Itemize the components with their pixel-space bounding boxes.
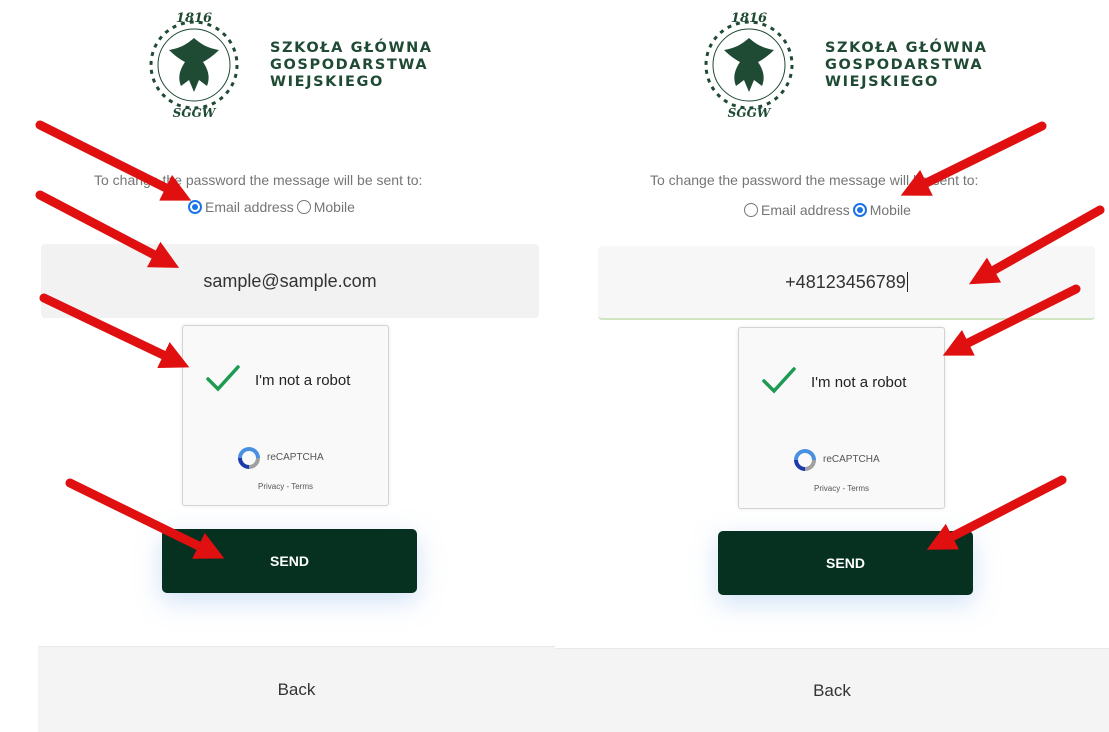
seal-year: 1816: [176, 11, 212, 26]
radio-mobile-label: Mobile: [869, 202, 911, 218]
university-logo: 1816 SGGW SZKOŁA GŁÓWNA GOSPODARSTWA WIE…: [692, 8, 988, 123]
university-name-line2: GOSPODARSTWA: [825, 57, 984, 73]
recaptcha-links[interactable]: Privacy - Terms: [183, 482, 388, 491]
email-field-value: sample@sample.com: [203, 270, 377, 291]
radio-email[interactable]: Email address: [188, 199, 294, 215]
delivery-prompt: To change the password the message will …: [94, 172, 423, 188]
radio-mobile-label: Mobile: [313, 199, 355, 215]
radio-email[interactable]: Email address: [744, 202, 850, 218]
mobile-field-value: +48123456789: [785, 271, 906, 292]
recaptcha-links[interactable]: Privacy - Terms: [739, 484, 944, 493]
university-name: SZKOŁA GŁÓWNA GOSPODARSTWA WIEJSKIEGO: [825, 40, 988, 91]
university-name-line3: WIEJSKIEGO: [270, 74, 384, 90]
sggw-seal-icon: 1816 SGGW: [704, 11, 794, 120]
checkmark-icon[interactable]: [205, 362, 241, 394]
send-button[interactable]: SEND: [162, 529, 417, 593]
university-name: SZKOŁA GŁÓWNA GOSPODARSTWA WIEJSKIEGO: [270, 40, 433, 91]
recaptcha-brand: reCAPTCHA: [267, 452, 324, 463]
radio-mobile[interactable]: Mobile: [296, 199, 355, 215]
right-panel: 1816 SGGW SZKOŁA GŁÓWNA GOSPODARSTWA WIE…: [555, 0, 1109, 732]
radio-mobile-button[interactable]: [296, 200, 311, 214]
university-name-line1: SZKOŁA GŁÓWNA: [270, 40, 433, 56]
recaptcha-widget[interactable]: I'm not a robot reCAPTCHA Privacy - Term…: [738, 327, 945, 509]
text-caret: [906, 272, 908, 292]
left-panel: 1816 SGGW SZKOŁA GŁÓWNA GOSPODARSTWA WIE…: [0, 0, 555, 732]
mobile-field[interactable]: +48123456789: [598, 246, 1095, 320]
email-field[interactable]: sample@sample.com: [41, 244, 539, 318]
seal-year: 1816: [731, 11, 767, 26]
delivery-method-group: Email address Mobile: [744, 202, 914, 218]
recaptcha-logo-icon: [794, 449, 816, 471]
radio-mobile[interactable]: Mobile: [852, 202, 911, 218]
recaptcha-brand: reCAPTCHA: [823, 454, 880, 465]
radio-email-button[interactable]: [744, 203, 758, 217]
radio-email-label: Email address: [205, 199, 294, 215]
back-button[interactable]: Back: [555, 648, 1109, 732]
seal-abbrev: SGGW: [728, 106, 772, 120]
sggw-seal-icon: 1816 SGGW: [149, 11, 239, 120]
seal-abbrev: SGGW: [173, 106, 217, 120]
captcha-label: I'm not a robot: [811, 374, 907, 391]
radio-email-button[interactable]: [188, 200, 202, 214]
back-button[interactable]: Back: [38, 646, 555, 732]
university-name-line1: SZKOŁA GŁÓWNA: [825, 40, 988, 56]
university-logo: 1816 SGGW SZKOŁA GŁÓWNA GOSPODARSTWA WIE…: [137, 8, 433, 123]
send-button[interactable]: SEND: [718, 531, 973, 595]
checkmark-icon[interactable]: [761, 364, 797, 396]
university-name-line3: WIEJSKIEGO: [825, 74, 939, 90]
radio-email-label: Email address: [761, 202, 850, 218]
delivery-prompt: To change the password the message will …: [650, 172, 979, 188]
delivery-method-group: Email address Mobile: [188, 199, 358, 215]
recaptcha-logo-icon: [238, 447, 260, 469]
radio-mobile-button[interactable]: [852, 203, 867, 217]
captcha-label: I'm not a robot: [255, 372, 351, 389]
recaptcha-widget[interactable]: I'm not a robot reCAPTCHA Privacy - Term…: [182, 325, 389, 506]
university-name-line2: GOSPODARSTWA: [270, 57, 429, 73]
